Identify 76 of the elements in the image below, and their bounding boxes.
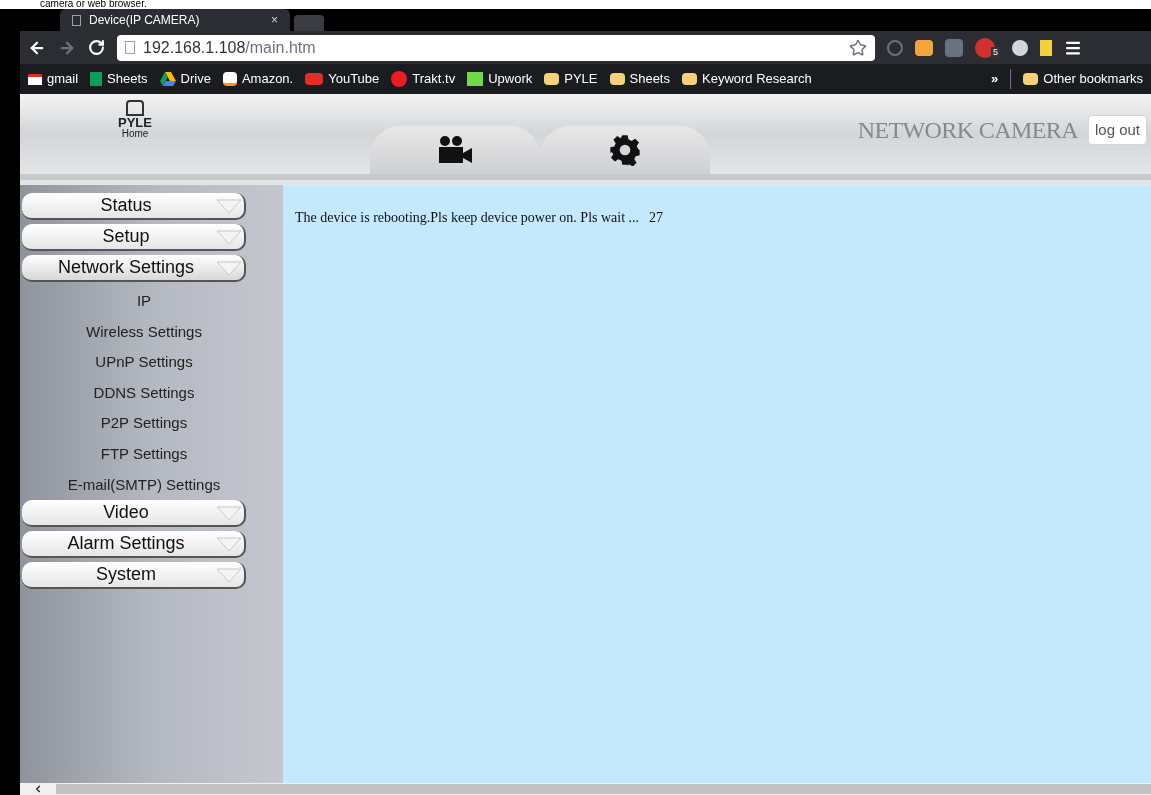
scroll-left-icon[interactable] — [33, 784, 43, 794]
menu-section-button[interactable]: Status — [22, 193, 246, 220]
bookmark-item[interactable]: Sheets — [609, 69, 670, 89]
bookmark-item[interactable]: Amazon. — [222, 69, 294, 89]
bookmark-label: YouTube — [328, 70, 380, 89]
submenu-link[interactable]: E-mail(SMTP) Settings — [67, 469, 221, 501]
status-message: The device is rebooting.Pls keep device power on. Pls wait ... — [295, 209, 640, 227]
bookmark-item[interactable]: Trakt.tv — [391, 69, 456, 89]
dropdown-arrow-icon — [216, 504, 242, 521]
video-camera-icon — [437, 135, 473, 165]
bookmark-label: Other bookmarks — [1043, 70, 1143, 89]
logout-button[interactable]: log out — [1087, 114, 1147, 146]
mail-icon — [28, 73, 42, 85]
tab-title: Device(IP CAMERA) — [89, 12, 201, 29]
folder-icon — [544, 73, 560, 85]
menu-section-button[interactable]: Alarm Settings — [22, 531, 246, 559]
dropdown-arrow-icon — [216, 259, 242, 276]
bookmark-item[interactable]: Sheets — [90, 69, 148, 89]
dropdown-arrow-icon — [216, 228, 242, 245]
triangle-icon — [159, 72, 176, 86]
scrollbar-thumb[interactable] — [56, 784, 1151, 794]
logo-subtext: Home — [121, 129, 149, 139]
logo-text: PYLE — [118, 116, 152, 129]
submenu-link[interactable]: IP — [136, 286, 152, 317]
overflow-button[interactable]: » — [991, 69, 999, 89]
bookmark-label: Drive — [180, 70, 211, 89]
bookmark-item[interactable]: Keyword Research — [682, 69, 812, 89]
bookmark-item[interactable]: gmail — [28, 69, 79, 89]
bookmark-label: gmail — [47, 70, 79, 89]
video-tab[interactable] — [370, 126, 540, 174]
bookmark-label: PYLE — [564, 70, 598, 89]
bookmark-item[interactable]: Other bookmarks — [1023, 69, 1143, 89]
close-button[interactable]: × — [271, 11, 278, 29]
menu-section-button[interactable]: Video — [22, 500, 246, 528]
submenu-link[interactable]: FTP Settings — [100, 438, 188, 470]
folder-icon — [682, 73, 697, 85]
dropdown-arrow-icon — [216, 197, 242, 214]
bookmark-label: Sheets — [107, 70, 148, 89]
submenu-link[interactable]: Wireless Settings — [86, 316, 202, 348]
bookmark-label: Amazon. — [241, 70, 294, 89]
extension-icon[interactable] — [1040, 39, 1052, 56]
menu-section-button[interactable]: System — [22, 562, 246, 590]
settings-tab[interactable] — [540, 126, 710, 174]
menu-section-button[interactable]: Setup — [22, 224, 246, 251]
extension-badge: 5 — [991, 46, 1000, 58]
bookmark-item[interactable]: Drive — [159, 69, 211, 89]
bookmark-item[interactable]: PYLE — [544, 69, 598, 89]
folder-icon — [1023, 73, 1039, 85]
browser-tab[interactable]: Device(IP CAMERA) × — [60, 9, 290, 31]
bookmark-item[interactable]: YouTube — [305, 69, 380, 89]
extension-icon[interactable] — [1012, 39, 1028, 56]
bookmark-label: Sheets — [629, 70, 670, 89]
countdown-text: 27 — [649, 209, 664, 227]
page-icon — [72, 14, 81, 26]
url-text: 192.168.1.108/main.htm — [143, 37, 317, 58]
folder-icon — [609, 73, 625, 85]
bookmark-label: Upwork — [488, 70, 533, 89]
reload-icon[interactable] — [88, 39, 105, 56]
square-icon — [467, 72, 484, 86]
bookmark-label: Keyword Research — [702, 70, 812, 89]
spreadsheet-icon — [90, 72, 103, 86]
page-icon — [125, 41, 135, 54]
dropdown-arrow-icon — [216, 566, 242, 583]
menu-section-button[interactable]: Network Settings — [22, 255, 246, 282]
dropdown-arrow-icon — [216, 535, 242, 552]
settings-icon — [609, 134, 641, 166]
star-icon[interactable] — [849, 38, 867, 57]
extension-icon[interactable] — [915, 39, 933, 56]
submenu-link[interactable]: DDNS Settings — [93, 377, 195, 409]
bookmark-label: Trakt.tv — [412, 70, 456, 89]
header-title: NETWORK CAMERA — [857, 116, 1078, 145]
submenu-link[interactable]: P2P Settings — [100, 408, 188, 439]
bookmark-item[interactable]: Upwork — [467, 69, 533, 89]
caption-text: camera or web browser. — [40, 0, 147, 9]
submenu-link[interactable]: UPnP Settings — [95, 347, 193, 378]
address-bar[interactable]: 192.168.1.108/main.htm — [117, 34, 875, 61]
